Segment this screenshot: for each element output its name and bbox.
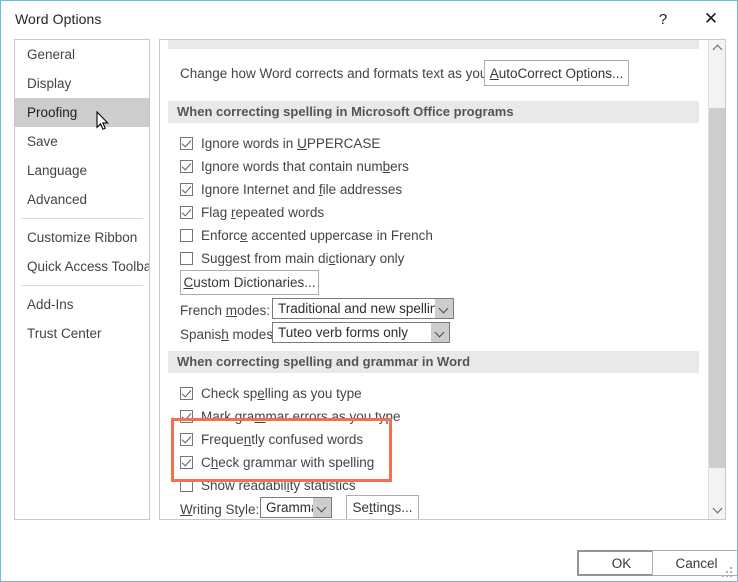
sidebar-item-customize-ribbon[interactable]: Customize Ribbon xyxy=(15,223,149,252)
checkbox-label: Mark grammar errors as you type xyxy=(201,408,401,424)
checkbox-flag-repeated-words[interactable]: Flag repeated words xyxy=(180,202,324,222)
resize-grip-icon[interactable] xyxy=(722,567,733,578)
help-icon[interactable]: ? xyxy=(644,3,682,35)
checkbox-show-readability-statistics[interactable]: Show readability statistics xyxy=(180,475,356,495)
checkbox-label: Check spelling as you type xyxy=(201,385,362,401)
window-title: Word Options xyxy=(15,11,102,27)
grammar-settings-button[interactable]: Settings... xyxy=(346,495,419,519)
sidebar-item-advanced[interactable]: Advanced xyxy=(15,185,149,214)
sidebar-item-label: Display xyxy=(27,76,72,91)
autocorrect-description: Change how Word corrects and formats tex… xyxy=(180,66,521,81)
writing-style-dropdown[interactable]: Grammar xyxy=(260,497,332,518)
section-header-word-grammar: When correcting spelling and grammar in … xyxy=(168,351,699,373)
checkbox-label: Frequently confused words xyxy=(201,431,364,447)
french-modes-value: Traditional and new spellings xyxy=(278,301,435,316)
checkbox-label: Suggest from main dictionary only xyxy=(201,250,405,266)
close-icon[interactable]: ✕ xyxy=(692,3,730,35)
checkbox-icon[interactable] xyxy=(180,455,193,469)
spanish-modes-label: Spanish modes: xyxy=(180,327,277,342)
checkbox-icon[interactable] xyxy=(180,228,193,242)
checkbox-label: Enforce accented uppercase in French xyxy=(201,227,433,243)
french-modes-dropdown[interactable]: Traditional and new spellings xyxy=(272,298,454,319)
sidebar-item-display[interactable]: Display xyxy=(15,69,149,98)
chevron-down-icon[interactable] xyxy=(313,498,331,517)
checkbox-icon[interactable] xyxy=(180,159,193,173)
checkbox-mark-grammar-errors-as-you-type[interactable]: Mark grammar errors as you type xyxy=(180,406,401,426)
sidebar-divider xyxy=(21,285,143,286)
sidebar-divider xyxy=(21,218,143,219)
sidebar-item-save[interactable]: Save xyxy=(15,127,149,156)
sidebar-item-label: Add-Ins xyxy=(27,297,74,312)
sidebar-item-label: Customize Ribbon xyxy=(27,230,138,245)
checkbox-ignore-uppercase[interactable]: Ignore words in UPPERCASE xyxy=(180,133,380,153)
scrollbar-thumb[interactable] xyxy=(709,108,725,468)
checkbox-check-spelling-as-you-type[interactable]: Check spelling as you type xyxy=(180,383,362,403)
custom-dictionaries-button[interactable]: Custom Dictionaries... xyxy=(180,270,319,295)
sidebar-item-label: General xyxy=(27,47,76,62)
sidebar-item-quick-access-toolbar[interactable]: Quick Access Toolbar xyxy=(15,252,149,281)
sidebar-item-label: Advanced xyxy=(27,192,88,207)
checkbox-check-grammar-with-spelling[interactable]: Check grammar with spelling xyxy=(180,452,374,472)
checkbox-icon[interactable] xyxy=(180,205,193,219)
checkbox-icon[interactable] xyxy=(180,409,193,423)
sidebar-item-language[interactable]: Language xyxy=(15,156,149,185)
options-content-pane: Change how Word corrects and formats tex… xyxy=(159,39,726,520)
sidebar-item-label: Trust Center xyxy=(27,326,102,341)
spanish-modes-value: Tuteo verb forms only xyxy=(278,325,409,340)
sidebar-item-trust-center[interactable]: Trust Center xyxy=(15,319,149,348)
checkbox-suggest-main-dictionary-only[interactable]: Suggest from main dictionary only xyxy=(180,248,404,268)
scroll-up-icon[interactable] xyxy=(709,40,725,57)
options-scroll-content: Change how Word corrects and formats tex… xyxy=(160,40,708,519)
french-modes-label: French modes: xyxy=(180,303,271,318)
footer-divider xyxy=(1,530,737,531)
checkbox-icon[interactable] xyxy=(180,182,193,196)
highlight-annotation-box xyxy=(171,418,392,482)
sidebar-item-label: Proofing xyxy=(27,105,78,120)
checkbox-enforce-accented-uppercase-french[interactable]: Enforce accented uppercase in French xyxy=(180,225,433,245)
sidebar-item-general[interactable]: General xyxy=(15,40,149,69)
chevron-down-icon[interactable] xyxy=(431,323,449,342)
checkbox-icon[interactable] xyxy=(180,432,193,446)
section-header-office-programs: When correcting spelling in Microsoft Of… xyxy=(168,101,699,123)
checkbox-ignore-numbers[interactable]: Ignore words that contain numbers xyxy=(180,156,409,176)
writing-style-label: Writing Style: xyxy=(180,502,260,517)
sidebar-item-proofing[interactable]: Proofing xyxy=(15,98,149,127)
checkbox-label: Show readability statistics xyxy=(201,477,356,493)
checkbox-icon[interactable] xyxy=(180,478,193,492)
checkbox-icon[interactable] xyxy=(180,386,193,400)
sidebar-item-label: Save xyxy=(27,134,58,149)
sidebar-item-label: Language xyxy=(27,163,88,178)
writing-style-value: Grammar xyxy=(266,500,313,515)
previous-section-header-partial xyxy=(168,40,699,49)
checkbox-label: Flag repeated words xyxy=(201,204,325,220)
title-bar: Word Options ? ✕ xyxy=(2,2,737,36)
chevron-down-icon[interactable] xyxy=(435,299,453,318)
checkbox-label: Check grammar with spelling xyxy=(201,454,375,470)
sidebar-nav: General Display Proofing Save Language A… xyxy=(14,39,150,520)
checkbox-icon[interactable] xyxy=(180,136,193,150)
autocorrect-options-button[interactable]: AutoCorrect Options... xyxy=(484,60,629,86)
sidebar-item-add-ins[interactable]: Add-Ins xyxy=(15,290,149,319)
content-scrollbar[interactable] xyxy=(708,40,725,519)
spanish-modes-dropdown[interactable]: Tuteo verb forms only xyxy=(272,322,450,343)
scroll-down-icon[interactable] xyxy=(709,502,725,519)
checkbox-frequently-confused-words[interactable]: Frequently confused words xyxy=(180,429,363,449)
word-options-dialog: Word Options ? ✕ General Display Proofin… xyxy=(0,0,738,582)
checkbox-label: Ignore words that contain numbers xyxy=(201,158,409,174)
sidebar-item-label: Quick Access Toolbar xyxy=(27,259,150,274)
checkbox-ignore-internet-file-addresses[interactable]: Ignore Internet and file addresses xyxy=(180,179,402,199)
checkbox-icon[interactable] xyxy=(180,251,193,265)
checkbox-label: Ignore Internet and file addresses xyxy=(201,181,403,197)
checkbox-label: Ignore words in UPPERCASE xyxy=(201,135,381,151)
